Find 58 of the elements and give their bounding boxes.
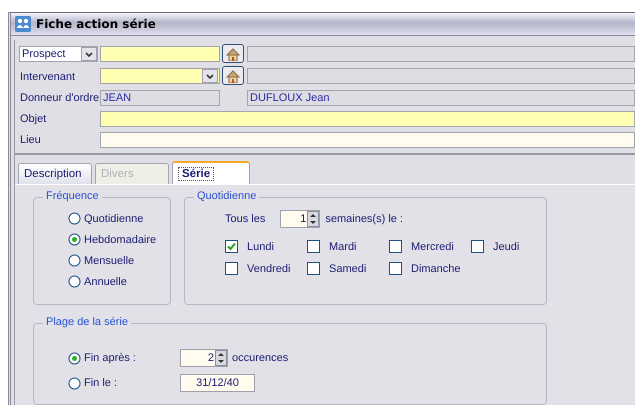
home-button[interactable] <box>222 66 244 85</box>
caret-icon <box>84 50 94 58</box>
input-field: DUFLOUX Jean <box>247 90 635 106</box>
field-label: Donneur d'ordre <box>19 92 98 104</box>
group-title: Plage de la série <box>43 316 131 328</box>
option-label: Fin le : <box>84 377 118 389</box>
checkbox[interactable] <box>225 240 238 253</box>
house-icon <box>226 68 240 82</box>
field-label: Objet <box>19 113 48 125</box>
checkbox-label: Mercredi <box>411 240 454 252</box>
tab[interactable]: Description <box>18 163 92 184</box>
number-spinner[interactable]: 2 <box>180 349 228 367</box>
spinner-arrows-icon[interactable] <box>307 211 320 227</box>
input-field[interactable] <box>100 132 635 148</box>
caret-icon <box>205 72 215 80</box>
checkbox-label: Samedi <box>329 262 366 274</box>
field-label: occurences <box>232 352 288 364</box>
option-label: Mensuelle <box>84 254 134 266</box>
radio-button[interactable] <box>68 212 81 225</box>
checkbox[interactable] <box>225 262 238 275</box>
radio-button[interactable] <box>68 233 81 246</box>
tab[interactable]: Série <box>172 161 250 184</box>
checkbox[interactable] <box>389 240 402 253</box>
window-title: Fiche action série <box>36 17 156 31</box>
radio-button[interactable] <box>68 376 81 390</box>
checkbox[interactable] <box>389 262 402 275</box>
radio-button[interactable] <box>68 352 81 364</box>
radio-button[interactable] <box>68 254 81 267</box>
house-icon <box>226 46 240 60</box>
checkbox-label: Mardi <box>329 240 357 252</box>
type-dropdown[interactable]: Prospect <box>19 46 98 62</box>
dropdown-field[interactable] <box>100 68 220 84</box>
field-label: Lieu <box>19 134 42 146</box>
group-title: Quotidienne <box>194 190 260 202</box>
date-field[interactable]: 31/12/40 <box>180 374 255 392</box>
option-label: Fin après : <box>84 352 136 364</box>
home-button[interactable] <box>222 44 244 63</box>
spinner-arrows-icon[interactable] <box>215 350 227 366</box>
checkbox-label: Lundi <box>247 240 274 252</box>
field-label: semaines(s) le : <box>325 213 403 225</box>
checkbox[interactable] <box>307 262 320 275</box>
field-label: Tous les <box>225 213 266 225</box>
checkbox[interactable] <box>307 240 320 253</box>
checkbox[interactable] <box>471 240 484 253</box>
radio-button[interactable] <box>68 275 81 288</box>
checkbox-label: Vendredi <box>247 262 290 274</box>
option-label: Annuelle <box>84 276 127 288</box>
checkbox-label: Jeudi <box>493 240 520 252</box>
people-icon <box>15 16 31 32</box>
number-spinner[interactable]: 1 <box>280 210 320 228</box>
option-label: Hebdomadaire <box>84 234 156 246</box>
input-field[interactable] <box>100 111 635 127</box>
checkbox-label: Dimanche <box>411 262 461 274</box>
input-field[interactable] <box>100 46 220 62</box>
input-field: JEAN <box>100 90 220 106</box>
field-label: Intervenant <box>19 70 76 82</box>
group-title: Fréquence <box>43 190 102 202</box>
option-label: Quotidienne <box>84 212 144 224</box>
